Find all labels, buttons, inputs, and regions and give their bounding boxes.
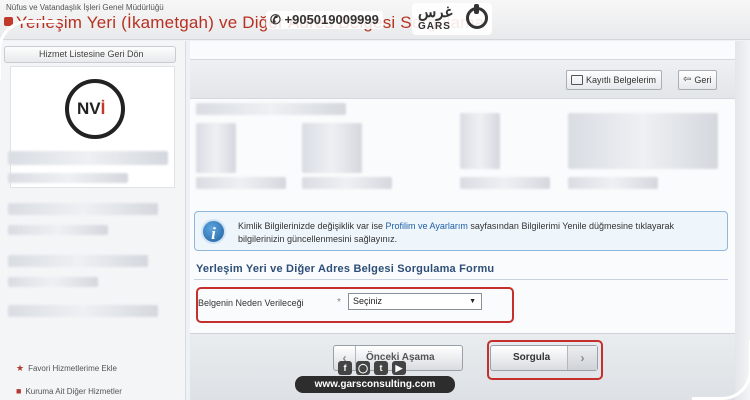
corner-arc-decoration	[692, 340, 750, 400]
blurred-user-info	[460, 113, 500, 169]
blurred-sidebar-line	[8, 277, 98, 287]
blurred-user-info	[568, 113, 718, 169]
sidebar: Hizmet Listesine Geri Dön NVİ ★ Favori Hi…	[0, 41, 186, 400]
twitter-icon[interactable]: t	[374, 361, 388, 375]
blurred-user-info	[460, 177, 550, 189]
related-label: Kuruma Ait Diğer Hizmetler	[25, 387, 122, 396]
nvi-logo-text: NVİ	[77, 99, 105, 119]
youtube-icon[interactable]: ▶	[392, 361, 406, 375]
institution-logo-box: NVİ	[10, 66, 175, 188]
social-icons: f ◯ t ▶	[338, 361, 406, 375]
nvi-nv: NV	[77, 99, 101, 118]
contact-overlay: ✆ +905019009999	[266, 9, 383, 31]
ministry-name: Nüfus ve Vatandaşlık İşleri Genel Müdürl…	[6, 3, 164, 12]
action-bar: ‹ Önceki Aşama Sorgula ›	[190, 333, 735, 400]
website-url[interactable]: www.garsconsulting.com	[295, 376, 455, 393]
corner-arc-decoration	[0, 20, 58, 80]
form-divider	[194, 279, 728, 280]
favorites-label: Favori Hizmetlerime Ekle	[28, 364, 117, 373]
main-content: Kayıtlı Belgelerim ⇦ Geri i Kimlik Bilgil…	[190, 41, 735, 400]
back-button[interactable]: ⇦ Geri	[678, 70, 718, 90]
brand-arabic: غرس	[418, 4, 453, 21]
blurred-sidebar-line	[8, 151, 168, 165]
info-text: Kimlik Bilgilerinizde değişiklik var ise…	[238, 220, 723, 246]
favorites-link[interactable]: ★ Favori Hizmetlerime Ekle	[16, 363, 117, 374]
info-icon: i	[201, 219, 226, 244]
blurred-user-info	[302, 123, 362, 173]
nvi-logo: NVİ	[65, 79, 125, 139]
info-notice: i Kimlik Bilgilerinizde değişiklik var i…	[194, 211, 728, 251]
blurred-user-info	[196, 123, 236, 173]
brand-latin: GARS	[418, 21, 451, 32]
arrow-left-icon: ⇦	[683, 74, 692, 85]
blurred-sidebar-line	[8, 225, 108, 235]
highlight-box-button	[487, 340, 603, 380]
facebook-icon[interactable]: f	[338, 361, 352, 375]
phone-text: +905019009999	[284, 12, 379, 27]
info-text-start: Kimlik Bilgilerinizde değişiklik var ise	[238, 221, 386, 231]
profile-settings-link[interactable]: Profilim ve Ayarlarım	[386, 221, 468, 231]
back-label: Geri	[694, 75, 712, 85]
blurred-user-info	[302, 177, 392, 189]
instagram-icon[interactable]: ◯	[356, 361, 370, 375]
blurred-sidebar-line	[8, 255, 148, 267]
list-icon: ■	[16, 386, 22, 396]
blurred-sidebar-line	[8, 173, 128, 183]
nvi-i: İ	[100, 99, 106, 118]
saved-documents-button[interactable]: Kayıtlı Belgelerim	[566, 70, 663, 90]
blurred-user-info	[196, 177, 286, 189]
form-title: Yerleşim Yeri ve Diğer Adres Belgesi Sor…	[196, 263, 495, 275]
brand-mark-icon	[466, 4, 488, 29]
main-toolbar: Kayıtlı Belgelerim ⇦ Geri	[190, 59, 735, 99]
related-services-link[interactable]: ■ Kuruma Ait Diğer Hizmetler	[16, 386, 122, 396]
blurred-sidebar-line	[8, 203, 158, 215]
saved-documents-label: Kayıtlı Belgelerim	[586, 75, 657, 85]
phone-number[interactable]: ✆ +905019009999	[266, 11, 383, 29]
blurred-user-info	[568, 177, 658, 189]
star-icon: ★	[16, 363, 25, 373]
gars-logo: غرس GARS	[412, 3, 492, 35]
blurred-sidebar-line	[8, 305, 158, 317]
highlight-box-field	[196, 287, 514, 323]
blurred-user-info	[196, 103, 346, 115]
document-icon	[571, 75, 583, 85]
